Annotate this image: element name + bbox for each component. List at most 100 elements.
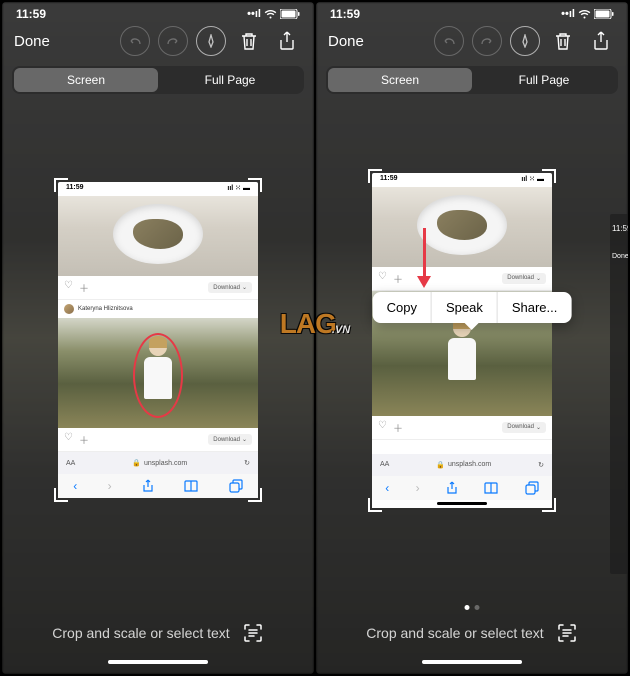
avatar (64, 304, 74, 314)
tab-screen[interactable]: Screen (14, 68, 158, 92)
menu-speak[interactable]: Speak (432, 292, 498, 323)
url-display[interactable]: 🔒unsplash.com (75, 459, 244, 467)
wifi-icon (578, 9, 591, 19)
heart-icon[interactable]: ♡ (378, 271, 387, 286)
url-display[interactable]: 🔒unsplash.com (389, 461, 538, 469)
share-icon[interactable] (272, 26, 302, 56)
photo-card-1: ♡ ＋ Download⌄ (372, 187, 552, 291)
download-button-1[interactable]: Download⌄ (502, 273, 546, 284)
plus-icon[interactable]: ＋ (393, 271, 403, 286)
done-button[interactable]: Done (14, 33, 50, 50)
bottom-hint-bar: Crop and scale or select text (316, 612, 628, 674)
tabs-icon[interactable] (229, 479, 243, 493)
status-time: 11:59 (16, 7, 46, 21)
crop-handle-br[interactable] (542, 498, 556, 512)
card-actions-1: ♡ ＋ Download⌄ (58, 276, 258, 300)
dot-1[interactable] (465, 605, 470, 610)
screenshot-thumbnail[interactable]: 11:59 ııl ⁙ ▬ ♡ ＋ Download⌄ (58, 182, 258, 498)
redo-icon[interactable] (158, 26, 188, 56)
crop-handle-tr[interactable] (542, 169, 556, 183)
share-icon[interactable] (446, 481, 458, 495)
forward-icon[interactable]: › (416, 481, 420, 495)
share-icon[interactable] (142, 479, 154, 493)
download-button-2[interactable]: Download⌄ (502, 422, 546, 433)
reload-icon[interactable]: ↻ (244, 459, 250, 467)
aa-button[interactable]: AA (66, 460, 75, 467)
screenshot-preview-area: 11:59 ııl ⁙ ▬ ♡ ＋ Download⌄ (2, 100, 314, 580)
crop-handle-bl[interactable] (54, 488, 68, 502)
live-text-icon[interactable] (556, 622, 578, 644)
back-icon[interactable]: ‹ (73, 479, 77, 493)
inner-signal-icon: ııl ⁙ ▬ (521, 175, 544, 185)
photo-card-1: ♡ ＋ Download⌄ Kateryna Hliznitsova (58, 196, 258, 318)
crop-handle-tl[interactable] (54, 178, 68, 192)
editor-toolbar: Done (2, 22, 314, 60)
crop-handle-tr[interactable] (248, 178, 262, 192)
plus-icon[interactable]: ＋ (79, 280, 89, 295)
download-button-2[interactable]: Download⌄ (208, 434, 252, 445)
editor-toolbar: Done (316, 22, 628, 60)
watermark-main: LAG (280, 308, 336, 339)
inner-time: 11:59 (380, 175, 398, 185)
redo-icon[interactable] (472, 26, 502, 56)
download-button-1[interactable]: Download⌄ (208, 282, 252, 293)
menu-share[interactable]: Share... (498, 292, 572, 323)
heart-icon[interactable]: ♡ (64, 432, 73, 447)
reload-icon[interactable]: ↻ (538, 461, 544, 469)
hint-text: Crop and scale or select text (366, 625, 543, 641)
heart-icon[interactable]: ♡ (64, 280, 73, 295)
plus-icon[interactable]: ＋ (79, 432, 89, 447)
inner-status-bar: 11:59 ııl ⁙ ▬ (372, 173, 552, 187)
status-bar: 11:59 ••ıl (316, 2, 628, 22)
food-photo (58, 196, 258, 276)
battery-icon (280, 9, 300, 19)
crop-handle-bl[interactable] (368, 498, 382, 512)
share-icon[interactable] (586, 26, 616, 56)
markup-icon[interactable] (510, 26, 540, 56)
view-mode-tabs: Screen Full Page (12, 66, 304, 94)
hint-text: Crop and scale or select text (52, 625, 229, 641)
screenshot-thumbnail[interactable]: 11:59 ııl ⁙ ▬ ♡ ＋ Download⌄ (372, 173, 552, 508)
tab-fullpage[interactable]: Full Page (472, 68, 616, 92)
markup-annotation (133, 333, 183, 418)
home-indicator[interactable] (422, 660, 522, 664)
trash-icon[interactable] (548, 26, 578, 56)
tab-fullpage[interactable]: Full Page (158, 68, 302, 92)
done-button[interactable]: Done (328, 33, 364, 50)
bookmarks-icon[interactable] (184, 480, 198, 492)
lock-icon: 🔒 (436, 461, 445, 469)
safari-url-bar: AA 🔒unsplash.com ↻ (58, 452, 258, 474)
author-row: Kateryna Hliznitsova (58, 300, 258, 318)
toolbar-actions (434, 26, 616, 56)
aa-button[interactable]: AA (380, 461, 389, 468)
live-text-icon[interactable] (242, 622, 264, 644)
undo-icon[interactable] (434, 26, 464, 56)
crop-handle-tl[interactable] (368, 169, 382, 183)
card-actions-2: ♡ ＋ Download⌄ (58, 428, 258, 452)
author-name: Kateryna Hliznitsova (78, 306, 133, 312)
tab-screen[interactable]: Screen (328, 68, 472, 92)
plus-icon[interactable]: ＋ (393, 420, 403, 435)
food-photo (372, 187, 552, 267)
menu-copy[interactable]: Copy (373, 292, 432, 323)
back-icon[interactable]: ‹ (385, 481, 389, 495)
phone-left: 11:59 ••ıl Done Screen Full Page (2, 2, 314, 674)
toolbar-actions (120, 26, 302, 56)
forward-icon[interactable]: › (108, 479, 112, 493)
inner-signal-icon: ııl ⁙ ▬ (227, 184, 250, 194)
next-screenshot-peek[interactable]: 11:59 Done (610, 214, 628, 574)
home-indicator[interactable] (108, 660, 208, 664)
status-bar: 11:59 ••ıl (2, 2, 314, 22)
status-time: 11:59 (330, 7, 360, 21)
markup-icon[interactable] (196, 26, 226, 56)
bookmarks-icon[interactable] (484, 482, 498, 494)
tabs-icon[interactable] (525, 481, 539, 495)
crop-handle-br[interactable] (248, 488, 262, 502)
trash-icon[interactable] (234, 26, 264, 56)
signal-icon: ••ıl (247, 8, 261, 20)
heart-icon[interactable]: ♡ (378, 420, 387, 435)
undo-icon[interactable] (120, 26, 150, 56)
peek-done: Done (610, 243, 628, 270)
inner-status-bar: 11:59 ııl ⁙ ▬ (58, 182, 258, 196)
dot-2[interactable] (475, 605, 480, 610)
